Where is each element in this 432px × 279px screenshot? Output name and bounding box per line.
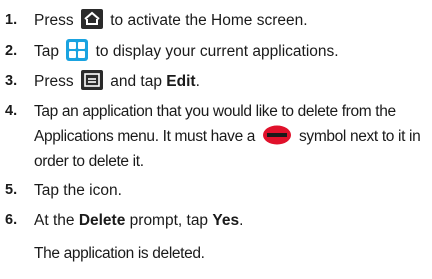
step-text-line3: order to delete it. [34, 153, 144, 170]
step-text: and tap [110, 73, 162, 90]
step-number: 3. [5, 73, 18, 89]
home-key-icon [80, 8, 103, 29]
step-text: symbol next to it in [299, 128, 421, 145]
step-text-line2: Applications menu. It must have a symbol… [34, 124, 426, 149]
step-text-end: . [195, 73, 200, 90]
step-text-end: . [239, 212, 244, 229]
step-number: 1. [5, 12, 18, 28]
step-text: to activate the Home screen. [110, 12, 308, 29]
step-number: 6. [5, 212, 18, 228]
remove-symbol-icon [262, 125, 292, 145]
step-text: Press [34, 73, 74, 90]
delete-label: Delete [78, 212, 126, 229]
yes-label: Yes [212, 212, 240, 229]
step-number: 5. [5, 182, 18, 198]
menu-key-icon [80, 69, 103, 90]
step-text-line1: Tap an application that you would like t… [34, 103, 396, 120]
step-number: 4. [5, 103, 18, 119]
step-number: 2. [5, 43, 18, 59]
step-text: Tap the icon. [34, 182, 122, 199]
step-text: Tap [34, 43, 59, 60]
step-text: Press [34, 12, 74, 29]
step-text: Applications menu. It must have a [34, 128, 256, 145]
result-text: The application is deleted. [34, 245, 205, 262]
apps-grid-icon [66, 38, 89, 61]
step-text: prompt, tap [129, 212, 209, 229]
step-text: At the [34, 212, 75, 229]
step-text: to display your current applications. [95, 43, 339, 60]
edit-label: Edit [166, 73, 196, 90]
